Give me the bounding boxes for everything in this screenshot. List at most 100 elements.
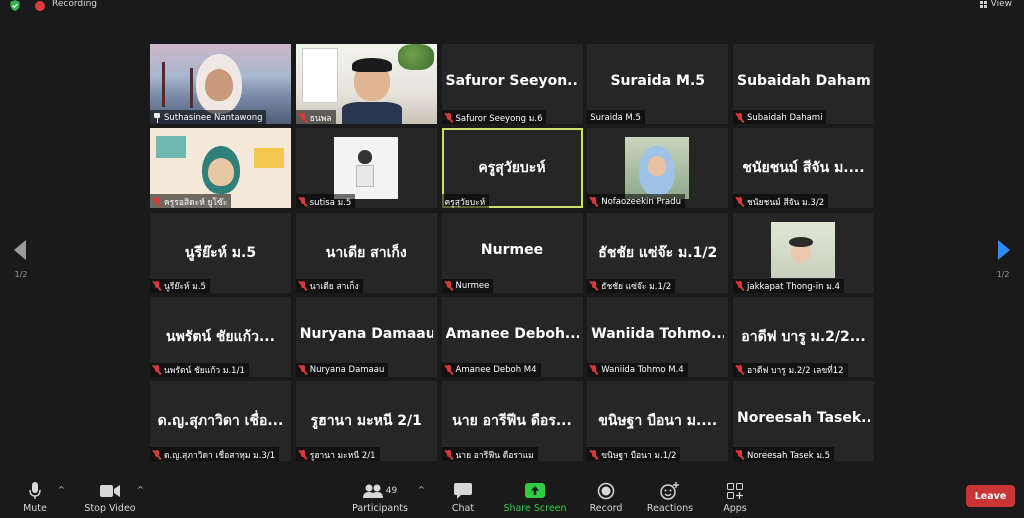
- participant-name-label: jakkapat Thong-in ม.4: [733, 278, 844, 293]
- participant-name-label: Nofaozeekin Pradu: [587, 194, 685, 209]
- mute-button[interactable]: Mute: [20, 482, 50, 514]
- video-feed: [351, 58, 392, 72]
- participant-name-label: Safuror Seeyong ม.6: [441, 110, 547, 124]
- participant-tile[interactable]: นาย อารีฟีน ดือร... นาย อารีฟีน ดือราแม: [441, 381, 583, 461]
- participant-display-name: ชนัยชนม์ สีจัน ม....: [742, 160, 865, 177]
- view-button[interactable]: View: [979, 0, 1012, 9]
- record-button[interactable]: Record: [588, 482, 624, 514]
- participant-name-text: อาดีฟ บารู ม.2/2 เลขที่12: [747, 366, 844, 377]
- participant-tile[interactable]: Safuror Seeyon... Safuror Seeyong ม.6: [441, 44, 583, 124]
- participant-tile[interactable]: นพรัตน์ ชัยแก้ว... นพรัตน์ ชัยแก้ว ม.1/1: [150, 296, 291, 377]
- participant-tile[interactable]: อาดีฟ บารู ม.2/2... อาดีฟ บารู ม.2/2 เลขท…: [733, 296, 874, 377]
- participant-name-label: Subaidah Dahami: [733, 110, 827, 124]
- participant-display-name: Noreesah Tasek...: [737, 410, 870, 426]
- participant-name-text: นาเดีย สาเก็ง: [309, 282, 359, 292]
- video-feed: [208, 158, 234, 187]
- chat-bubble-icon: [448, 482, 478, 500]
- participant-name-label: Waniida Tohmo M.4: [587, 362, 688, 377]
- mic-off-icon: [153, 365, 161, 375]
- participant-display-name: Waniida Tohmo...: [591, 325, 725, 342]
- participant-tile[interactable]: ขนิษฐา บือนา ม.... ขนิษฐา บือนา ม.1/2: [587, 381, 729, 461]
- shield-icon[interactable]: [9, 0, 21, 11]
- participant-display-name: นูรีย๊ะห์ ม.5: [184, 244, 257, 261]
- participant-name-label: ธนพล: [295, 110, 336, 124]
- participant-name-label: ครูสุวัยบะห์: [441, 194, 490, 209]
- mic-off-icon: [299, 449, 307, 460]
- participant-tile[interactable]: Nofaozeekin Pradu: [587, 128, 729, 209]
- participant-name-text: ครูสุวัยบะห์: [444, 197, 486, 208]
- reactions-button[interactable]: Reactions: [646, 482, 694, 514]
- mic-off-icon: [736, 281, 744, 291]
- participant-tile[interactable]: Noreesah Tasek... Noreesah Tasek ม.5: [733, 381, 874, 461]
- mic-off-icon: [445, 449, 453, 460]
- participants-options-chevron-icon[interactable]: ^: [418, 485, 425, 494]
- next-page-button[interactable]: 1/2: [990, 238, 1016, 288]
- participant-tile[interactable]: ครูสุวัยบะห์ ครูสุวัยบะห์: [441, 128, 583, 209]
- participant-tile[interactable]: ธนพล: [295, 44, 437, 124]
- participant-display-name: Nurmee: [480, 241, 544, 258]
- participant-tile[interactable]: Suthasinee Nantawong: [150, 44, 291, 124]
- participant-name-text: Nuryana Damaau: [309, 365, 385, 376]
- mic-off-icon: [153, 281, 161, 291]
- chat-button[interactable]: Chat: [448, 482, 478, 514]
- video-feed: [254, 148, 284, 169]
- mic-off-icon: [590, 281, 598, 291]
- record-label: Record: [589, 503, 623, 514]
- participant-name-label: Amanee Deboh M4: [441, 362, 541, 377]
- mic-off-icon: [153, 196, 161, 207]
- mic-off-icon: [299, 112, 307, 123]
- participant-tile[interactable]: Subaidah Dahami Subaidah Dahami: [733, 44, 874, 124]
- video-feed: [301, 48, 338, 103]
- participant-tile[interactable]: Amanee Deboh... Amanee Deboh M4: [441, 296, 583, 377]
- participant-tile[interactable]: รูฮานา มะหนี 2/1 รูฮานา มะหนี 2/1: [295, 381, 437, 461]
- participant-tile[interactable]: sutisa ม.5: [295, 128, 437, 209]
- participant-name-label: นาเดีย สาเก็ง: [295, 278, 363, 293]
- participant-name-text: Suraida M.5: [590, 112, 641, 123]
- participant-tile[interactable]: Nuryana Damaau Nuryana Damaau: [295, 296, 437, 377]
- stop-video-button[interactable]: Stop Video: [84, 482, 136, 514]
- participant-name-label: ธัชชัย แซ่จ๊ะ ม.1/2: [587, 278, 676, 293]
- mic-off-icon: [445, 281, 453, 291]
- meeting-toolbar: Mute ^ Stop Video ^ 49 Participants ^ Ch…: [0, 476, 1024, 518]
- participant-tile[interactable]: Suraida M.5 Suraida M.5: [587, 44, 729, 124]
- participant-tile[interactable]: Waniida Tohmo... Waniida Tohmo M.4: [587, 296, 729, 377]
- participant-name-label: ชนัยชนม์ สีจัน ม.3/2: [733, 194, 829, 209]
- participant-name-label: Suraida M.5: [587, 110, 645, 124]
- participant-tile[interactable]: ด.ญ.สุภาวิดา เชื่อ... ด.ญ.สุภาวิดา เชื่อส…: [150, 381, 291, 461]
- participant-name-label: อาดีฟ บารู ม.2/2 เลขที่12: [733, 362, 848, 377]
- leave-button[interactable]: Leave: [966, 485, 1015, 507]
- participant-tile[interactable]: ครูรอสิดะห์ ยูโซ๊ะ: [150, 128, 291, 209]
- top-bar: Recording View: [0, 0, 1024, 12]
- chat-label: Chat: [451, 503, 475, 514]
- mic-off-icon: [590, 196, 598, 207]
- apps-button[interactable]: Apps: [718, 482, 752, 514]
- profile-picture: [648, 156, 667, 177]
- participant-name-label: ด.ญ.สุภาวิดา เชื่อสาหุม ม.3/1: [150, 447, 280, 461]
- participant-display-name: Subaidah Dahami: [737, 73, 870, 89]
- participant-name-text: Nofaozeekin Pradu: [601, 196, 681, 207]
- participant-tile[interactable]: นาเดีย สาเก็ง นาเดีย สาเก็ง: [295, 212, 437, 293]
- previous-page-button[interactable]: 1/2: [8, 238, 34, 288]
- mic-off-icon: [736, 112, 744, 123]
- participant-display-name: ด.ญ.สุภาวิดา เชื่อ...: [157, 413, 284, 429]
- video-options-chevron-icon[interactable]: ^: [137, 485, 144, 494]
- participant-name-text: นูรีย๊ะห์ ม.5: [164, 282, 206, 292]
- participant-display-name: Safuror Seeyon...: [445, 73, 579, 89]
- participant-display-name: Nuryana Damaau: [299, 325, 433, 342]
- participant-tile[interactable]: นูรีย๊ะห์ ม.5 นูรีย๊ะห์ ม.5: [150, 212, 291, 293]
- participant-display-name: อาดีฟ บารู ม.2/2...: [741, 328, 866, 345]
- share-screen-button[interactable]: Share Screen: [503, 482, 567, 514]
- mute-label: Mute: [23, 503, 47, 514]
- participant-display-name: รูฮานา มะหนี 2/1: [310, 413, 422, 429]
- participant-tile[interactable]: Nurmee Nurmee: [441, 212, 583, 293]
- participant-tile[interactable]: jakkapat Thong-in ม.4: [733, 212, 874, 293]
- participant-tile[interactable]: ธัชชัย แซ่จ๊ะ ม.1/2 ธัชชัย แซ่จ๊ะ ม.1/2: [587, 212, 729, 293]
- mute-options-chevron-icon[interactable]: ^: [58, 485, 65, 494]
- participant-tile[interactable]: ชนัยชนม์ สีจัน ม.... ชนัยชนม์ สีจัน ม.3/2: [733, 128, 874, 209]
- participants-button[interactable]: 49 Participants: [352, 482, 408, 514]
- grid-view-icon: [979, 0, 987, 8]
- share-screen-icon: [503, 482, 567, 500]
- mic-off-icon: [736, 196, 744, 207]
- participant-name-text: รูฮานา มะหนี 2/1: [309, 450, 376, 461]
- participant-name-text: jakkapat Thong-in ม.4: [747, 282, 840, 292]
